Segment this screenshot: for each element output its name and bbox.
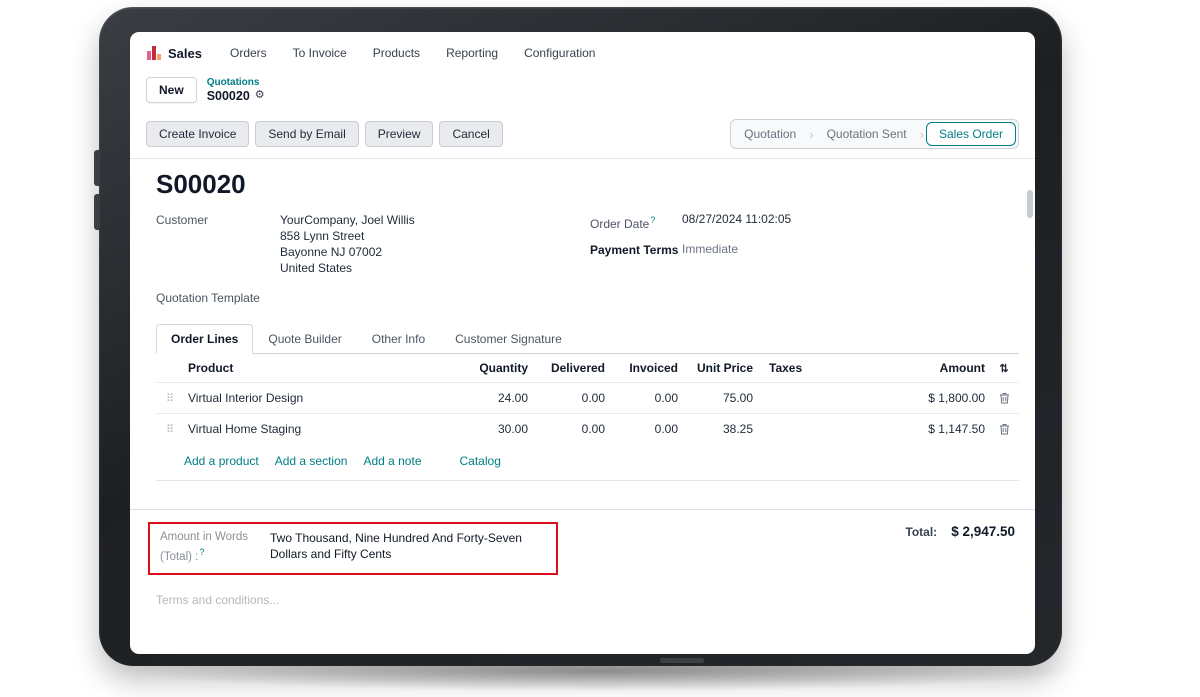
cell-product[interactable]: Virtual Interior Design (184, 383, 444, 413)
right-field-column: Order Date? 08/27/2024 11:02:05 Payment … (590, 212, 1019, 258)
record-title: S00020 (156, 169, 1019, 200)
control-panel: Create Invoice Send by Email Preview Can… (130, 112, 1035, 159)
send-by-email-button[interactable]: Send by Email (255, 121, 358, 147)
vertical-scrollbar[interactable] (1027, 190, 1033, 218)
table-header-row: Product Quantity Delivered Invoiced Unit… (156, 354, 1019, 382)
notebook-tabs: Order Lines Quote Builder Other Info Cus… (156, 324, 1019, 354)
cancel-button[interactable]: Cancel (439, 121, 502, 147)
tab-customer-signature[interactable]: Customer Signature (440, 324, 577, 354)
col-header-invoiced[interactable]: Invoiced (609, 354, 682, 382)
tablet-frame: Sales Orders To Invoice Products Reporti… (99, 7, 1062, 666)
payment-terms-label: Payment Terms (590, 242, 682, 258)
add-a-product-link[interactable]: Add a product (184, 454, 259, 468)
drag-handle-icon[interactable]: ⠿ (156, 384, 184, 413)
col-header-quantity[interactable]: Quantity (444, 354, 532, 382)
amount-in-words-highlight-box: Amount in Words (Total) :? Two Thousand,… (148, 522, 558, 575)
total-label: Total: (905, 525, 937, 539)
breadcrumb-parent-quotations[interactable]: Quotations (207, 77, 265, 89)
nav-item-products[interactable]: Products (363, 40, 430, 66)
breadcrumb: New Quotations S00020 ⚙ (130, 74, 1035, 112)
quotation-template-label: Quotation Template (156, 290, 280, 306)
cell-invoiced[interactable]: 0.00 (609, 414, 682, 444)
cell-quantity[interactable]: 30.00 (444, 414, 532, 444)
create-invoice-button[interactable]: Create Invoice (146, 121, 249, 147)
tab-other-info[interactable]: Other Info (357, 324, 440, 354)
cell-amount: $ 1,800.00 (897, 383, 989, 413)
sales-app-icon[interactable] (146, 45, 162, 61)
terms-and-conditions-input[interactable]: Terms and conditions... (156, 593, 1019, 607)
page-root: Sales Orders To Invoice Products Reporti… (0, 0, 1200, 697)
table-row: ⠿ Virtual Home Staging 30.00 0.00 0.00 3… (156, 413, 1019, 444)
customer-label: Customer (156, 212, 280, 228)
delete-row-icon[interactable] (989, 384, 1019, 412)
nav-item-reporting[interactable]: Reporting (436, 40, 508, 66)
tablet-charging-port (660, 658, 704, 663)
table-footer-links: Add a product Add a section Add a note C… (156, 444, 1019, 481)
col-header-delivered[interactable]: Delivered (532, 354, 609, 382)
order-date-label: Order Date? (590, 212, 682, 232)
optional-columns-icon[interactable]: ⇅ (989, 355, 1019, 382)
main-navbar: Sales Orders To Invoice Products Reporti… (130, 32, 1035, 74)
cell-taxes[interactable] (757, 390, 897, 406)
cell-unit-price[interactable]: 75.00 (682, 383, 757, 413)
cell-invoiced[interactable]: 0.00 (609, 383, 682, 413)
col-header-product[interactable]: Product (184, 354, 444, 382)
app-window: Sales Orders To Invoice Products Reporti… (130, 32, 1035, 654)
delete-row-icon[interactable] (989, 415, 1019, 443)
cell-product[interactable]: Virtual Home Staging (184, 414, 444, 444)
col-header-unit-price[interactable]: Unit Price (682, 354, 757, 382)
cell-delivered[interactable]: 0.00 (532, 414, 609, 444)
total-value: $ 2,947.50 (951, 524, 1015, 539)
customer-address-line: United States (280, 260, 590, 276)
status-pipeline: Quotation › Quotation Sent › Sales Order (730, 119, 1019, 149)
stage-quotation-sent[interactable]: Quotation Sent (814, 121, 920, 147)
cell-amount: $ 1,147.50 (897, 414, 989, 444)
customer-address-line: 858 Lynn Street (280, 228, 590, 244)
nav-item-orders[interactable]: Orders (220, 40, 277, 66)
chevron-right-icon: › (920, 128, 924, 141)
stage-quotation[interactable]: Quotation (731, 121, 809, 147)
order-lines-table: Product Quantity Delivered Invoiced Unit… (156, 354, 1019, 481)
drag-handle-icon[interactable]: ⠿ (156, 415, 184, 444)
breadcrumb-current-record: S00020 (207, 89, 250, 103)
cell-delivered[interactable]: 0.00 (532, 383, 609, 413)
table-row: ⠿ Virtual Interior Design 24.00 0.00 0.0… (156, 382, 1019, 413)
amount-in-words-value: Two Thousand, Nine Hundred And Forty-Sev… (270, 530, 546, 565)
app-name[interactable]: Sales (168, 46, 202, 61)
totals-divider (130, 509, 1035, 510)
order-date-field[interactable]: 08/27/2024 11:02:05 (682, 212, 1019, 226)
nav-item-to-invoice[interactable]: To Invoice (283, 40, 357, 66)
nav-item-configuration[interactable]: Configuration (514, 40, 605, 66)
form-sheet: S00020 Customer YourCompany, Joel Willis… (130, 159, 1035, 607)
help-icon: ? (199, 547, 204, 557)
stage-sales-order[interactable]: Sales Order (926, 122, 1016, 146)
help-icon: ? (650, 215, 655, 225)
col-header-amount[interactable]: Amount (897, 354, 989, 382)
add-a-section-link[interactable]: Add a section (275, 454, 348, 468)
gear-icon[interactable]: ⚙ (255, 89, 265, 102)
left-field-column: Customer YourCompany, Joel Willis 858 Ly… (156, 212, 590, 306)
cell-unit-price[interactable]: 38.25 (682, 414, 757, 444)
cell-quantity[interactable]: 24.00 (444, 383, 532, 413)
col-header-taxes[interactable]: Taxes (757, 354, 897, 382)
customer-link[interactable]: YourCompany, Joel Willis (280, 212, 590, 228)
payment-terms-field[interactable]: Immediate (682, 242, 1019, 256)
catalog-link[interactable]: Catalog (460, 454, 501, 468)
cell-taxes[interactable] (757, 421, 897, 437)
tab-quote-builder[interactable]: Quote Builder (253, 324, 356, 354)
preview-button[interactable]: Preview (365, 121, 434, 147)
totals-section: Amount in Words (Total) :? Two Thousand,… (156, 522, 1019, 575)
add-a-note-link[interactable]: Add a note (363, 454, 421, 468)
amount-in-words-label: Amount in Words (Total) :? (160, 530, 260, 565)
order-total: Total: $ 2,947.50 (905, 524, 1019, 539)
customer-address-line: Bayonne NJ 07002 (280, 244, 590, 260)
new-button[interactable]: New (146, 77, 197, 103)
tab-order-lines[interactable]: Order Lines (156, 324, 253, 354)
